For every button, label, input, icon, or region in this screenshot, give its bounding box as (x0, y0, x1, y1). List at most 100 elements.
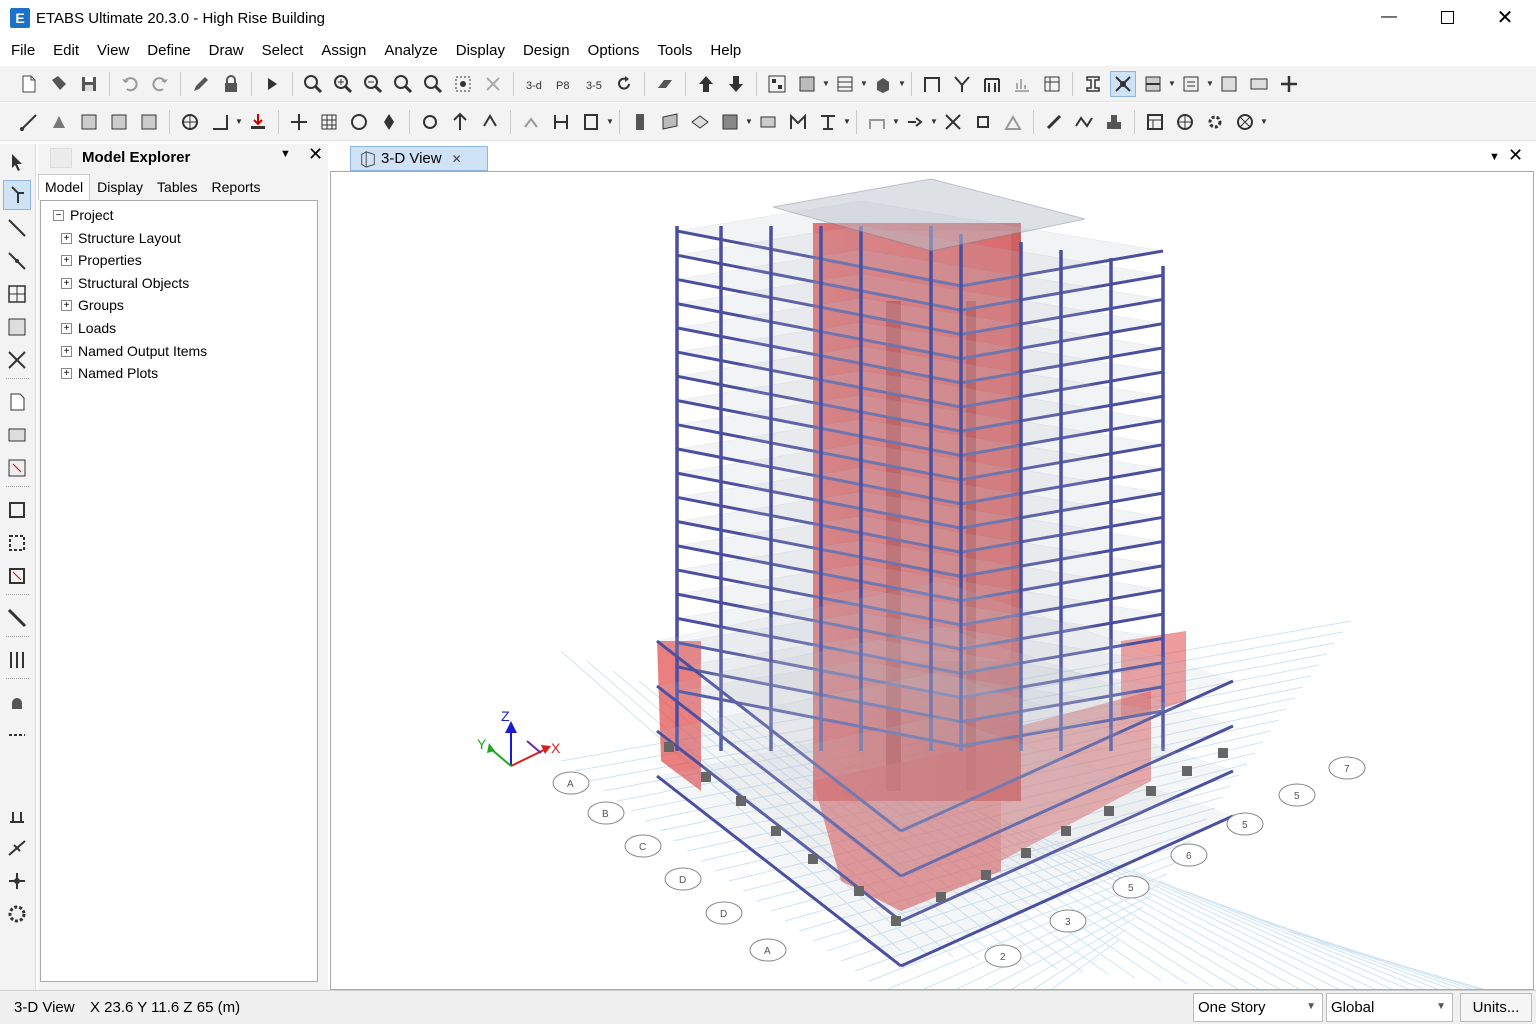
expand-icon[interactable]: + (61, 299, 72, 311)
menu-define[interactable]: Define (138, 38, 199, 64)
run-analysis-button[interactable] (259, 71, 285, 97)
edit-pencil-button[interactable] (188, 71, 214, 97)
tree-node-project[interactable]: − Project (53, 204, 114, 226)
menu-tools[interactable]: Tools (648, 38, 701, 64)
model-3d-viewport[interactable]: A B C D D A 2 3 5 6 5 5 7 Z Y X (330, 171, 1534, 990)
collapse-button[interactable] (970, 109, 996, 135)
tab-display[interactable]: Display (90, 174, 150, 200)
reports-button[interactable] (1178, 71, 1204, 97)
wall-section-button[interactable] (717, 109, 743, 135)
draw-brace-button[interactable] (949, 71, 975, 97)
expand-icon[interactable]: + (61, 367, 72, 379)
draw-frame-button[interactable] (919, 71, 945, 97)
spring-button[interactable] (1071, 109, 1097, 135)
draw-spring-tool[interactable] (3, 833, 31, 863)
select-intersect-button[interactable] (207, 109, 233, 135)
frame-section-button[interactable] (627, 109, 653, 135)
draw-beam-tool[interactable] (3, 246, 31, 276)
dropdown-arrow-icon[interactable]: ▼ (1168, 79, 1176, 88)
assign-frame-button[interactable] (76, 109, 102, 135)
display-model-button[interactable] (832, 71, 858, 97)
tree-node-structure-layout[interactable]: + Structure Layout (61, 227, 181, 249)
expand-icon[interactable]: + (61, 322, 72, 334)
force-diagram-button[interactable] (902, 109, 928, 135)
draw-secondary-beams-tool[interactable] (3, 312, 31, 342)
draw-circle-button[interactable] (346, 109, 372, 135)
assign-restraint-button[interactable] (46, 109, 72, 135)
mirror-button[interactable] (518, 109, 544, 135)
draw-reference-line-tool[interactable] (3, 720, 31, 750)
building-model-3d[interactable]: A B C D D A 2 3 5 6 5 5 7 Z Y X (331, 172, 1534, 990)
collapse-icon[interactable]: − (53, 209, 64, 221)
draw-grid-button[interactable] (316, 109, 342, 135)
maximize-button[interactable] (1418, 0, 1476, 34)
tab-close-icon[interactable]: ✕ (452, 152, 462, 166)
zoom-previous-button[interactable] (420, 71, 446, 97)
tree-node-groups[interactable]: + Groups (61, 294, 124, 316)
stamp-button[interactable] (1101, 109, 1127, 135)
expand-icon[interactable]: + (61, 232, 72, 244)
link-button[interactable] (1041, 109, 1067, 135)
menu-assign[interactable]: Assign (312, 38, 375, 64)
draw-link-tool[interactable] (3, 603, 31, 633)
zoom-out-button[interactable] (360, 71, 386, 97)
import-button[interactable] (1246, 71, 1272, 97)
zoom-rubber-band-button[interactable] (300, 71, 326, 97)
rotate-button[interactable] (477, 109, 503, 135)
object-shrink-button[interactable] (794, 71, 820, 97)
menu-draw[interactable]: Draw (200, 38, 253, 64)
select-by-plane-button[interactable] (177, 109, 203, 135)
draw-floor-tool[interactable] (3, 387, 31, 417)
draw-wall-openings-tool[interactable] (3, 561, 31, 591)
slab-button[interactable] (687, 109, 713, 135)
draw-braces-tool[interactable] (3, 345, 31, 375)
load-assign-button[interactable] (245, 109, 271, 135)
settings-button[interactable] (1202, 109, 1228, 135)
deformed-shape-button[interactable] (864, 109, 890, 135)
dropdown-arrow-icon[interactable]: ▼ (822, 79, 830, 88)
chart-button[interactable] (1009, 71, 1035, 97)
section-cut-button[interactable] (1140, 71, 1166, 97)
set-display-options-button[interactable] (764, 71, 790, 97)
zoom-in-button[interactable] (330, 71, 356, 97)
dropdown-arrow-icon[interactable]: ▼ (892, 117, 900, 126)
draw-design-strip-tool[interactable] (3, 899, 31, 929)
menu-design[interactable]: Design (514, 38, 579, 64)
replicate-button[interactable] (417, 109, 443, 135)
expand-icon[interactable]: + (61, 254, 72, 266)
assign-joint-button[interactable] (16, 109, 42, 135)
open-button[interactable] (46, 71, 72, 97)
draw-dimension-tool[interactable] (3, 687, 31, 717)
tab-3d-view[interactable]: 3-D View ✕ (350, 146, 488, 171)
spandrel-button[interactable] (815, 109, 841, 135)
dropdown-arrow-icon[interactable]: ▼ (843, 117, 851, 126)
lock-button[interactable] (218, 71, 244, 97)
undo-button[interactable] (117, 71, 143, 97)
dropdown-arrow-icon[interactable]: ▼ (1206, 79, 1214, 88)
align-button[interactable] (548, 109, 574, 135)
menu-edit[interactable]: Edit (44, 38, 88, 64)
draw-node-tool[interactable] (3, 866, 31, 896)
explode-button[interactable] (940, 109, 966, 135)
assign-load-button[interactable] (136, 109, 162, 135)
diaphragm-button[interactable] (755, 109, 781, 135)
draw-wall-tool[interactable] (3, 495, 31, 525)
tree-node-named-output-items[interactable]: + Named Output Items (61, 340, 207, 362)
menu-view[interactable]: View (88, 38, 138, 64)
display-tables-button[interactable] (1039, 71, 1065, 97)
close-button[interactable]: ✕ (1476, 0, 1534, 34)
section-designer-button[interactable] (1080, 71, 1106, 97)
sphere-view-button[interactable] (1172, 109, 1198, 135)
menu-display[interactable]: Display (447, 38, 514, 64)
extrude-button[interactable] (870, 71, 896, 97)
tree-node-named-plots[interactable]: + Named Plots (61, 362, 158, 384)
select-all-button[interactable] (450, 71, 476, 97)
menu-options[interactable]: Options (579, 38, 649, 64)
tab-model[interactable]: Model (38, 174, 91, 200)
assign-shell-button[interactable] (106, 109, 132, 135)
pointer-tool[interactable] (3, 147, 31, 177)
dropdown-arrow-icon[interactable]: ▼ (745, 117, 753, 126)
pan-button[interactable] (480, 71, 506, 97)
save-button[interactable] (76, 71, 102, 97)
tables-button[interactable] (1142, 109, 1168, 135)
